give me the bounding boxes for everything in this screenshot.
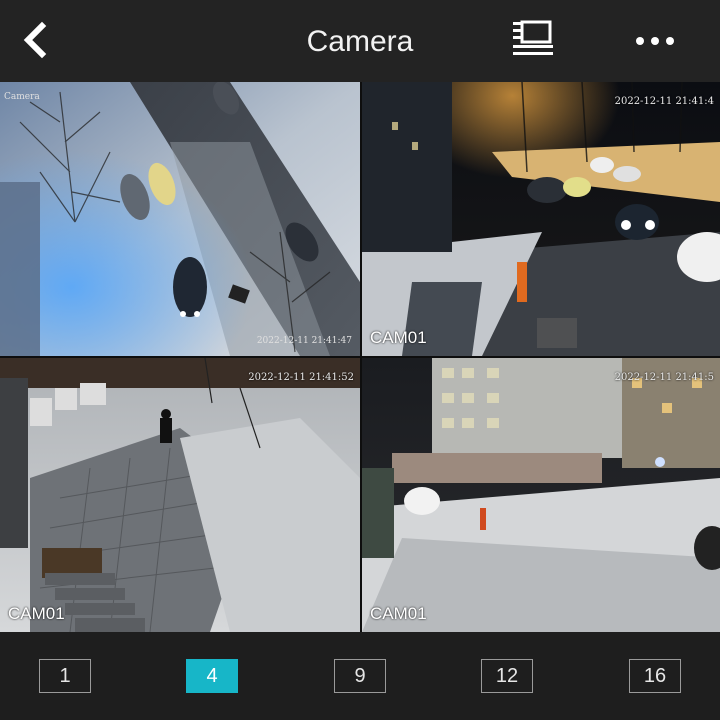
- camera-timestamp: 2022-12-11 21:41:52: [248, 372, 354, 383]
- camera-osd-title: Camera: [4, 92, 40, 102]
- chevron-left-icon: [23, 21, 47, 59]
- camera-tile-4[interactable]: 2022-12-11 21:41:5 CAM01: [362, 358, 720, 632]
- more-dots-icon: [636, 37, 674, 45]
- camera-tile-1[interactable]: Camera 2022-12-11 21:41:47: [0, 82, 360, 356]
- layout-12-button[interactable]: 12: [481, 659, 533, 693]
- page-title: Camera: [306, 25, 414, 58]
- camera-timestamp: 2022-12-11 21:41:5: [614, 372, 714, 383]
- camera-feed-image: [362, 358, 720, 632]
- monitor-button[interactable]: [510, 18, 556, 62]
- layout-16-button[interactable]: 16: [629, 659, 681, 693]
- camera-name-label: CAM01: [8, 604, 65, 623]
- layout-4-button[interactable]: 4: [186, 659, 238, 693]
- layout-selector-bar: 1 4 9 12 16: [0, 632, 720, 720]
- camera-feed-image: [0, 82, 360, 356]
- back-button[interactable]: [18, 20, 54, 60]
- camera-tile-2[interactable]: 2022-12-11 21:41:4 CAM01: [362, 82, 720, 356]
- top-bar: Camera: [0, 0, 720, 82]
- camera-feed-image: [0, 358, 360, 632]
- more-options-button[interactable]: [630, 26, 680, 56]
- layout-9-button[interactable]: 9: [334, 659, 386, 693]
- camera-timestamp: 2022-12-11 21:41:4: [614, 96, 714, 107]
- camera-name-label: CAM01: [370, 604, 427, 623]
- camera-feed-image: [362, 82, 720, 356]
- camera-tile-3[interactable]: 2022-12-11 21:41:52 CAM01: [0, 358, 360, 632]
- camera-name-label: CAM01: [370, 328, 427, 347]
- monitor-icon: [513, 20, 553, 55]
- camera-grid: Camera 2022-12-11 21:41:47 2022-12-11 21…: [0, 82, 720, 632]
- layout-1-button[interactable]: 1: [39, 659, 91, 693]
- camera-timestamp: 2022-12-11 21:41:47: [256, 336, 352, 346]
